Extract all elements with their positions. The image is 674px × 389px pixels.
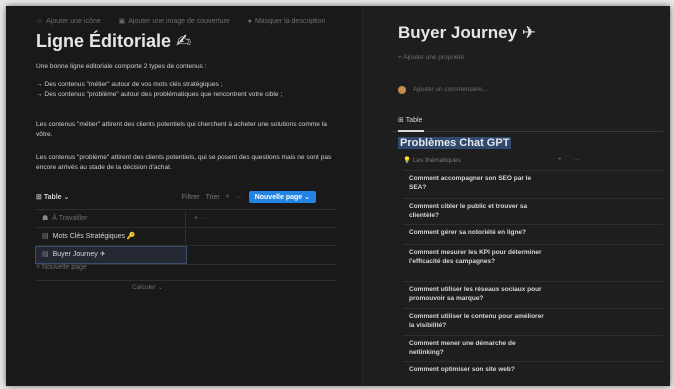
- column-header[interactable]: 💡 Les thématiques + ···: [403, 156, 583, 168]
- hide-description-button[interactable]: ● Masquer la description: [248, 18, 334, 25]
- theme-row[interactable]: Comment utiliser les réseaux sociaux pou…: [403, 281, 663, 306]
- peek-page-title[interactable]: Buyer Journey ✈: [398, 23, 536, 43]
- add-comment-input[interactable]: Ajouter un commentaire...: [413, 86, 487, 93]
- avatar: [398, 86, 406, 94]
- theme-label: Comment accompagner son SEO par le SEA?: [409, 175, 532, 191]
- image-icon: ▣: [118, 18, 126, 25]
- table-row[interactable]: ▤ Mots Clés Stratégiques 🔑: [36, 229, 356, 245]
- bullet-probleme: → Des contenus "problème" autour des pro…: [36, 91, 283, 98]
- new-page-button[interactable]: Nouvelle page ⌄: [248, 191, 316, 203]
- theme-label: Comment gérer sa notoriété en ligne?: [409, 229, 527, 236]
- chevron-down-icon: ⌄: [304, 194, 310, 201]
- notion-window: ☺ Ajouter une icône ▣ Ajouter une image de…: [6, 6, 670, 386]
- divider: [36, 280, 336, 281]
- filter-button[interactable]: Filtrer: [182, 194, 200, 201]
- theme-label: Comment optimiser son site web?: [409, 366, 515, 373]
- smiley-icon: ☺: [36, 18, 44, 25]
- add-cover-button[interactable]: ▣ Ajouter une image de couverture: [119, 18, 238, 25]
- page-topbar: ☺ Ajouter une icône ▣ Ajouter une image de…: [36, 17, 341, 25]
- page-title[interactable]: Ligne Éditoriale ✍: [36, 31, 191, 52]
- right-peek-pane: Buyer Journey ✈ + Ajouter une propriété …: [363, 6, 670, 386]
- divider: [36, 209, 336, 210]
- add-icon-button[interactable]: ☺ Ajouter une icône: [36, 18, 109, 25]
- add-column-icon[interactable]: + ···: [194, 211, 207, 227]
- theme-row[interactable]: Comment mesurer les KPI pour déterminer …: [403, 244, 663, 269]
- theme-label: Comment utiliser le contenu pour amélior…: [409, 313, 544, 329]
- calculate-button[interactable]: Calculer ⌄: [132, 283, 163, 291]
- table-icon: ⊞: [36, 194, 44, 201]
- theme-row[interactable]: Comment mener une démarche de netlinking…: [403, 335, 663, 360]
- database-header: ⊞ Table ⌄ Filtrer Trier ⌕ ··· Nouvelle p…: [36, 191, 316, 205]
- theme-row[interactable]: Comment utiliser le contenu pour amélior…: [403, 308, 663, 333]
- intro-text: Une bonne ligne éditoriale comporte 2 ty…: [36, 63, 207, 70]
- table-view-selector[interactable]: ⊞ Table ⌄: [36, 193, 69, 201]
- theme-label: Comment mener une démarche de netlinking…: [409, 340, 516, 356]
- table-icon: ⊞: [398, 117, 406, 124]
- theme-label: Comment cibler le public et trouver sa c…: [409, 203, 528, 219]
- theme-row[interactable]: Comment accompagner son SEO par le SEA?: [403, 170, 663, 195]
- page-icon: ▤: [42, 233, 49, 240]
- group-title: Problèmes Chat GPT: [398, 137, 512, 149]
- theme-label: Comment utiliser les réseaux sociaux pou…: [409, 286, 542, 302]
- table-row[interactable]: ☗ À Travailler + ···: [36, 211, 356, 227]
- theme-label: Comment mesurer les KPI pour déterminer …: [409, 249, 542, 265]
- active-tab-underline: [398, 130, 424, 132]
- info-icon: ●: [247, 18, 252, 25]
- theme-row[interactable]: Comment gérer sa notoriété en ligne?: [403, 224, 663, 240]
- table-row-selected[interactable]: ▤ Buyer Journey ✈: [35, 246, 356, 264]
- more-icon[interactable]: ···: [573, 156, 580, 163]
- theme-row[interactable]: Comment cibler le public et trouver sa c…: [403, 198, 663, 223]
- paragraph-probleme: Les contenus "problème" attirent des cli…: [36, 154, 332, 171]
- left-page-pane: ☺ Ajouter une icône ▣ Ajouter une image de…: [6, 6, 363, 386]
- tab-divider: [393, 131, 663, 132]
- add-property-button[interactable]: + Ajouter une propriété: [398, 54, 464, 61]
- add-new-page-row[interactable]: + Nouvelle page: [36, 264, 356, 280]
- sort-button[interactable]: Trier: [206, 194, 220, 201]
- lightbulb-icon: 💡: [403, 157, 413, 164]
- graduation-cap-icon: ☗: [42, 215, 49, 222]
- tab-table[interactable]: ⊞ Table: [398, 116, 422, 124]
- bullet-metier: → Des contenus "métier" autour de vos mo…: [36, 81, 223, 88]
- page-icon: ▤: [42, 251, 49, 258]
- theme-row[interactable]: Comment optimiser son site web?: [403, 361, 663, 377]
- more-icon[interactable]: ···: [236, 194, 243, 201]
- divider: [36, 227, 336, 228]
- divider: [36, 245, 336, 246]
- search-icon[interactable]: ⌕: [226, 193, 230, 201]
- paragraph-metier: Les contenus "métier" attirent des clien…: [36, 121, 327, 138]
- add-column-icon[interactable]: +: [558, 156, 562, 163]
